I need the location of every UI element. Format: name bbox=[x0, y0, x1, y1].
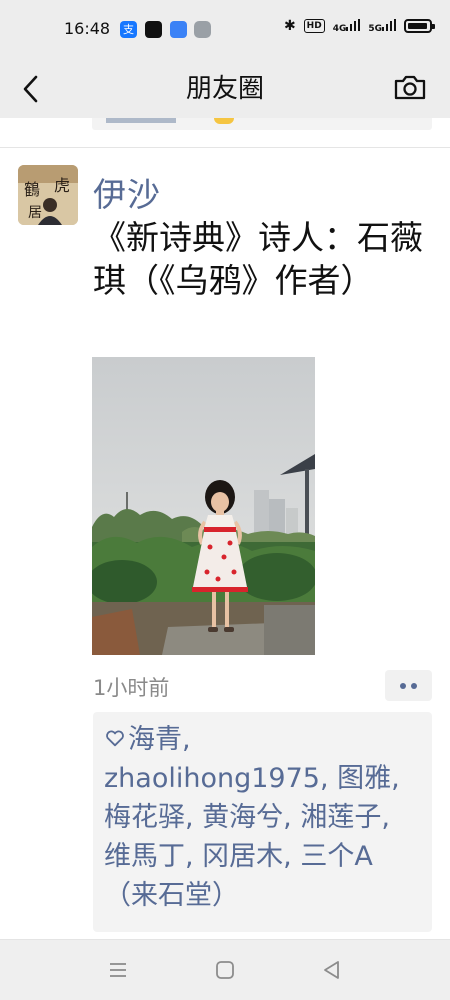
likes-box: 海青, zhaolihong1975, 图雅, 梅花驿, 黄海兮, 湘莲子, 维… bbox=[93, 712, 432, 932]
avatar-image: 鶴 虎 居 bbox=[18, 165, 78, 225]
post-photo[interactable] bbox=[92, 357, 315, 655]
menu-icon[interactable] bbox=[107, 959, 129, 981]
status-indicators: ✱ HD 4G 5G bbox=[283, 18, 435, 34]
top-nav-bar: 朋友圈 bbox=[0, 58, 450, 118]
dot-icon bbox=[400, 682, 406, 689]
settings-app-icon bbox=[194, 21, 211, 38]
hd-badge: HD bbox=[303, 19, 325, 33]
author-avatar[interactable]: 鶴 虎 居 bbox=[18, 165, 78, 225]
heart-icon bbox=[106, 730, 124, 747]
post-timestamp: 1小时前 bbox=[93, 676, 170, 700]
home-icon[interactable] bbox=[214, 959, 236, 981]
post-divider bbox=[0, 147, 450, 148]
page-title: 朋友圈 bbox=[185, 74, 264, 104]
camera-icon[interactable] bbox=[392, 69, 428, 105]
capcut-icon bbox=[145, 21, 162, 38]
svg-text:鶴: 鶴 bbox=[24, 180, 40, 199]
signal-4g-icon: 4G bbox=[333, 18, 361, 34]
post-more-button[interactable] bbox=[385, 670, 432, 701]
status-time: 16:48 bbox=[64, 19, 111, 38]
battery-icon bbox=[404, 19, 435, 33]
svg-text:虎: 虎 bbox=[54, 176, 70, 195]
post-text: 《新诗典》诗人：石薇琪（《乌鸦》作者） bbox=[93, 218, 423, 300]
author-name[interactable]: 伊沙 bbox=[93, 168, 161, 216]
dot-icon bbox=[411, 682, 417, 689]
back-triangle-icon[interactable] bbox=[321, 959, 343, 981]
svg-text:居: 居 bbox=[28, 205, 42, 221]
likes-list[interactable]: 海青, zhaolihong1975, 图雅, 梅花驿, 黄海兮, 湘莲子, 维… bbox=[104, 724, 400, 911]
system-nav-bar bbox=[0, 939, 450, 1000]
status-bar: 16:48 支 ✱ HD 4G 5G bbox=[0, 0, 450, 58]
alipay-icon: 支 bbox=[120, 21, 137, 38]
cloud-app-icon bbox=[170, 21, 187, 38]
bluetooth-icon: ✱ bbox=[283, 18, 296, 34]
signal-5g-icon: 5G bbox=[368, 18, 396, 34]
previous-post-likes-remnant bbox=[92, 118, 432, 130]
